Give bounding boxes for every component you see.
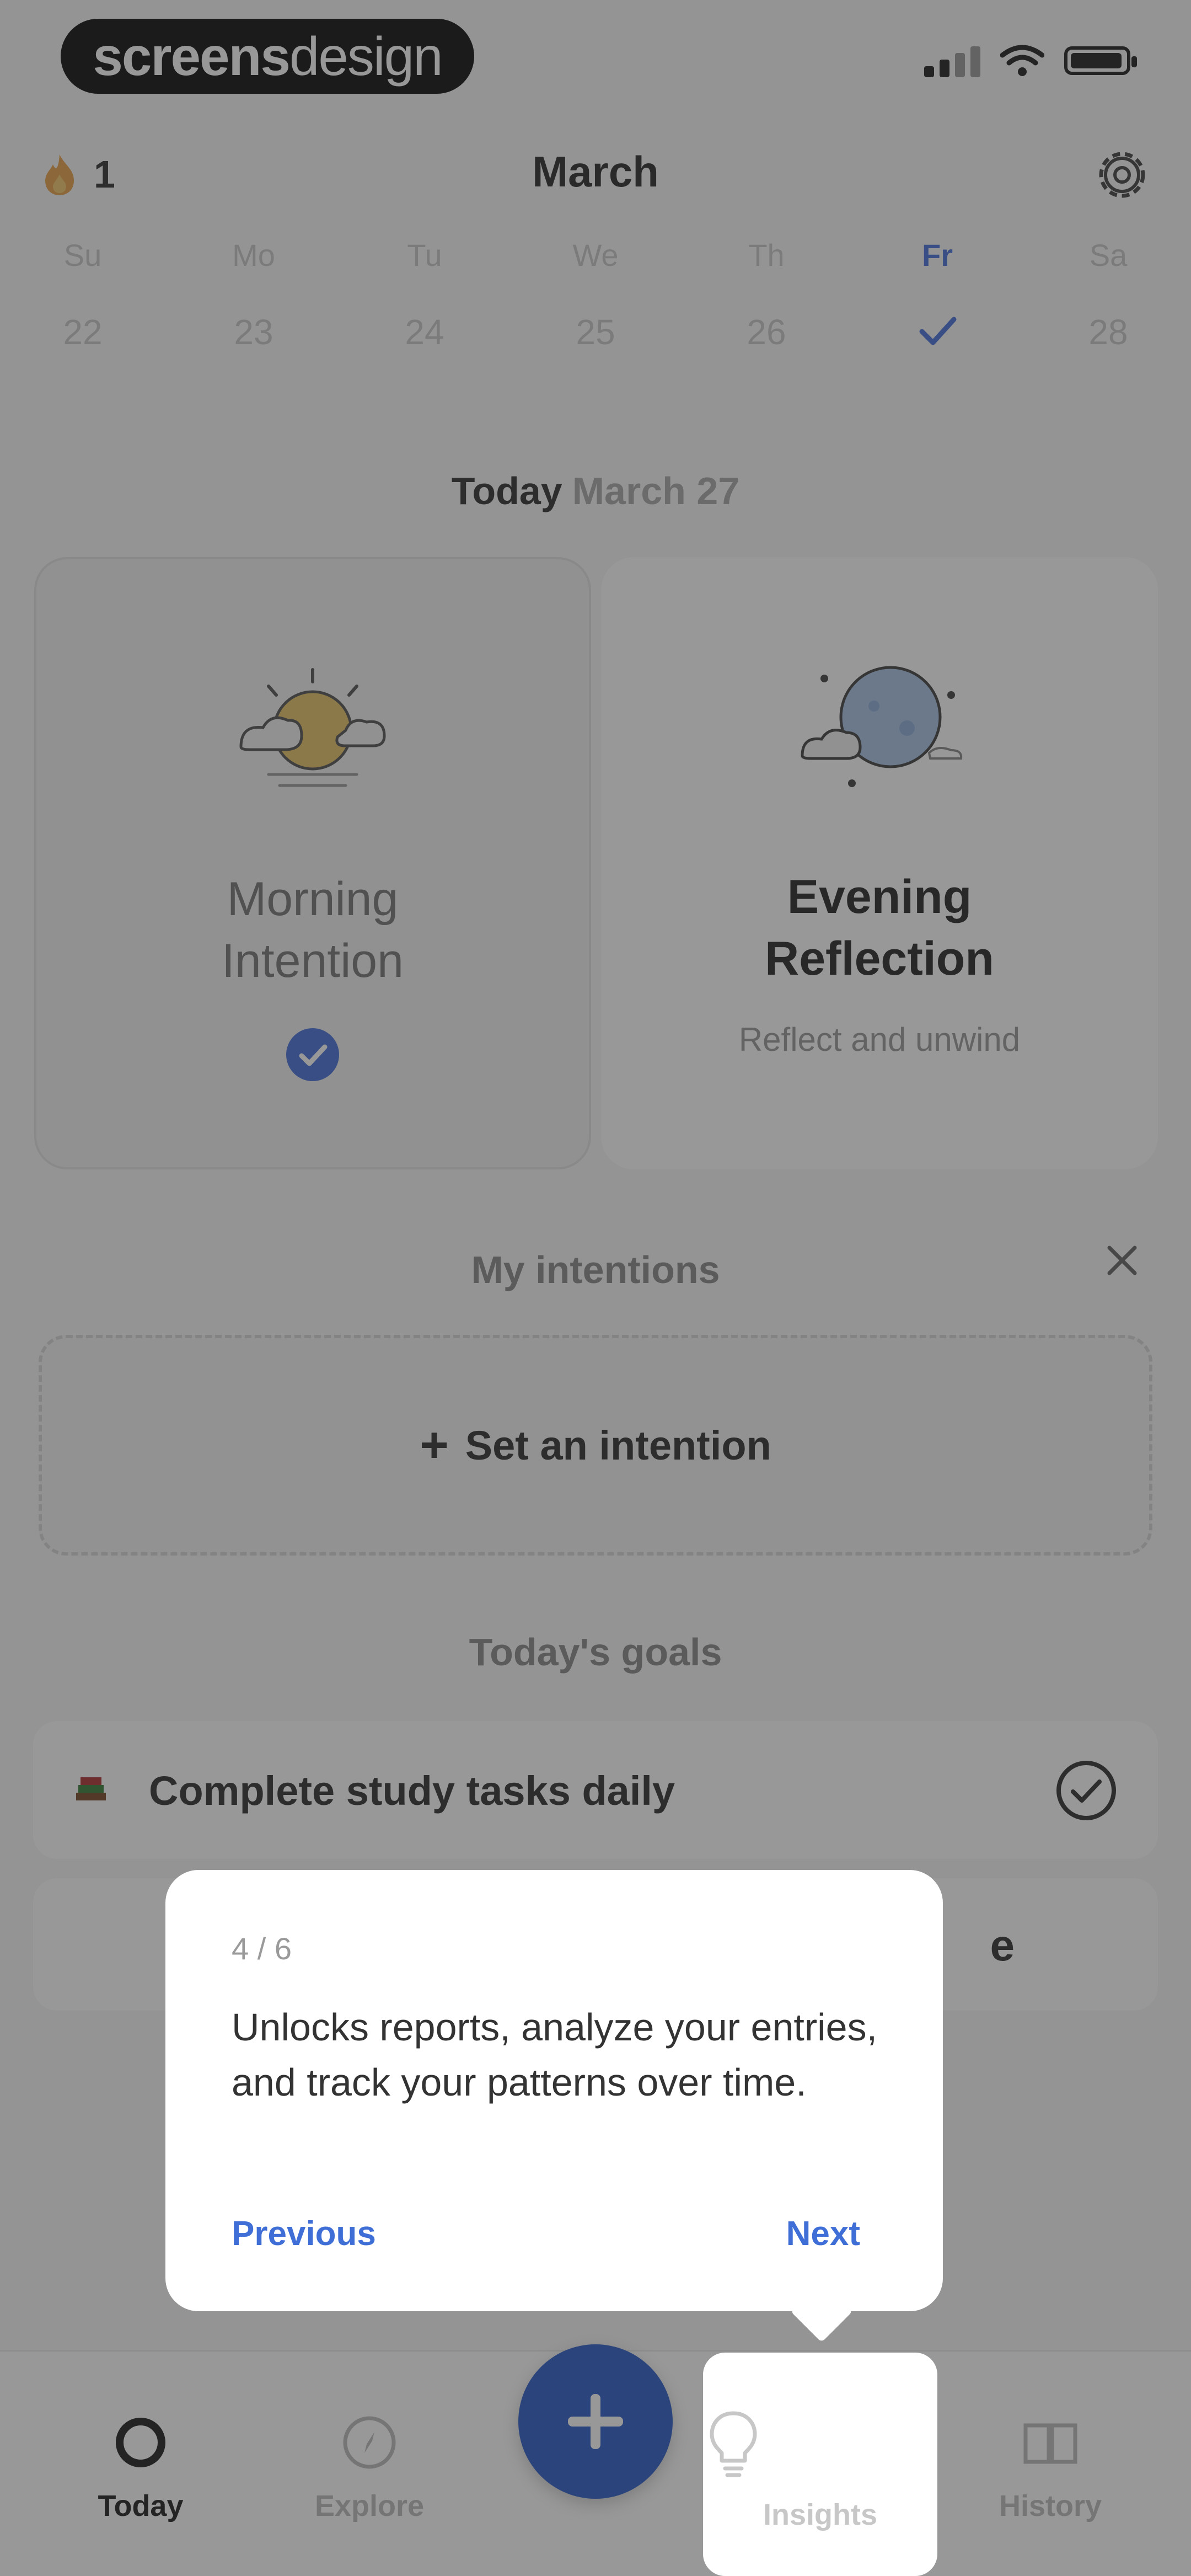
tooltip-step-counter: 4 / 6 [232, 1931, 292, 1966]
previous-button[interactable]: Previous [232, 2214, 376, 2253]
next-button[interactable]: Next [786, 2214, 860, 2253]
app-screen: screens design 1 March Su 22 Mo 23 Tu 24… [0, 0, 1191, 2576]
onboarding-tooltip: 4 / 6 Unlocks reports, analyze your entr… [165, 1870, 943, 2311]
tab-label: Insights [763, 2498, 877, 2531]
tooltip-actions: Previous Next [232, 2214, 860, 2253]
tab-insights[interactable]: Insights [703, 2353, 937, 2576]
lightbulb-icon [710, 2411, 757, 2477]
tooltip-body: Unlocks reports, analyze your entries, a… [232, 2006, 878, 2104]
